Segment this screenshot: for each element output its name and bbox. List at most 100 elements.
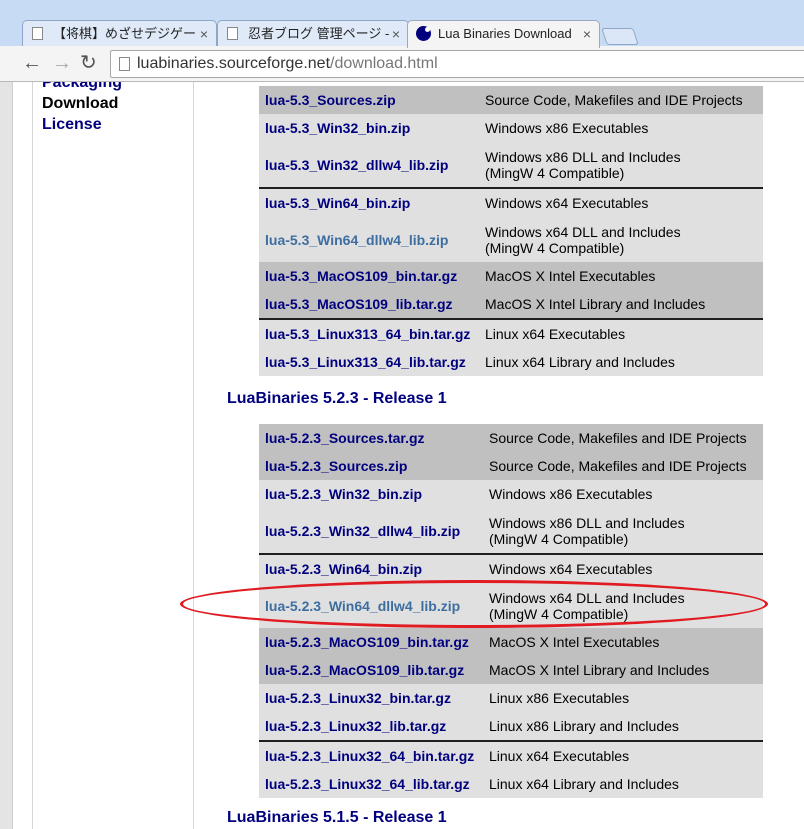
page-content: Packaging Download License lua-5.3_Sourc… [0, 82, 804, 829]
file-link[interactable]: lua-5.2.3_Sources.zip [259, 452, 489, 480]
file-description: MacOS X Intel Executables [485, 262, 763, 290]
file-link[interactable]: lua-5.3_Linux313_64_bin.tar.gz [259, 318, 485, 348]
description-line: Windows x86 DLL and Includes [489, 514, 685, 531]
file-link[interactable]: lua-5.2.3_Linux32_64_lib.tar.gz [259, 770, 489, 798]
file-description: Windows x64 Executables [489, 553, 763, 583]
file-link[interactable]: lua-5.2.3_MacOS109_lib.tar.gz [259, 656, 489, 684]
table-row: lua-5.2.3_Sources.zip Source Code, Makef… [259, 452, 763, 480]
tab-strip: 【将棋】めざせデジゲー × 忍者ブログ 管理ページ - × Lua Binari… [0, 0, 804, 48]
page-icon [32, 27, 43, 40]
reload-icon[interactable]: ↻ [80, 52, 97, 74]
file-description: Windows x86 DLL and Includes (MingW 4 Com… [489, 508, 763, 554]
table-row: lua-5.2.3_Linux32_bin.tar.gz Linux x86 E… [259, 684, 763, 712]
tab-label: Lua Binaries Download [438, 26, 572, 41]
file-link[interactable]: lua-5.3_Linux313_64_lib.tar.gz [259, 348, 485, 376]
page-icon [119, 57, 130, 71]
description-line: (MingW 4 Compatible) [485, 164, 625, 181]
file-description: Windows x64 Executables [485, 187, 763, 217]
file-description: Source Code, Makefiles and IDE Projects [489, 452, 763, 480]
sidebar-nav: Packaging Download License [32, 82, 194, 829]
table-row: lua-5.3_MacOS109_lib.tar.gz MacOS X Inte… [259, 290, 763, 319]
url-domain: luabinaries.sourceforge.net [137, 55, 331, 72]
file-description: Linux x64 Executables [485, 318, 763, 348]
back-arrow-icon[interactable]: ← [22, 52, 42, 74]
file-link[interactable]: lua-5.2.3_Sources.tar.gz [259, 424, 489, 452]
file-description: MacOS X Intel Library and Includes [485, 290, 763, 319]
table-row: lua-5.2.3_Sources.tar.gz Source Code, Ma… [259, 424, 763, 452]
file-link[interactable]: lua-5.2.3_Linux32_64_bin.tar.gz [259, 740, 489, 770]
file-description: Linux x86 Executables [489, 684, 763, 712]
file-description: Linux x64 Executables [489, 740, 763, 770]
file-description: Windows x86 Executables [485, 114, 763, 142]
file-link[interactable]: lua-5.2.3_Linux32_bin.tar.gz [259, 684, 489, 712]
url-text[interactable]: luabinaries.sourceforge.net/download.htm… [137, 55, 438, 73]
tab-shogi[interactable]: 【将棋】めざせデジゲー × [22, 20, 217, 48]
file-link[interactable]: lua-5.3_MacOS109_bin.tar.gz [259, 262, 485, 290]
table-row: lua-5.2.3_Win32_bin.zip Windows x86 Exec… [259, 480, 763, 508]
lua53-downloads-table: lua-5.3_Sources.zip Source Code, Makefil… [259, 86, 763, 376]
table-row: lua-5.2.3_Win32_dllw4_lib.zip Windows x8… [259, 508, 763, 554]
table-row: lua-5.2.3_MacOS109_lib.tar.gz MacOS X In… [259, 656, 763, 684]
table-row: lua-5.2.3_Linux32_lib.tar.gz Linux x86 L… [259, 712, 763, 741]
file-description: MacOS X Intel Library and Includes [489, 656, 763, 684]
tab-ninja-blog[interactable]: 忍者ブログ 管理ページ - × [217, 20, 409, 48]
tab-label: 忍者ブログ 管理ページ - [248, 26, 390, 41]
sidebar-item-packaging[interactable]: Packaging [42, 82, 122, 92]
highlight-annotation-ellipse [180, 580, 768, 628]
file-link[interactable]: lua-5.2.3_Win32_bin.zip [259, 480, 489, 508]
tab-label: 【将棋】めざせデジゲー [53, 26, 197, 41]
table-row: lua-5.2.3_Linux32_64_bin.tar.gz Linux x6… [259, 740, 763, 770]
table-row: lua-5.3_Sources.zip Source Code, Makefil… [259, 86, 763, 114]
description-line: Windows x64 DLL and Includes [485, 223, 681, 240]
file-link[interactable]: lua-5.3_Win64_bin.zip [259, 187, 485, 217]
release-heading-515: LuaBinaries 5.1.5 - Release 1 [227, 809, 447, 826]
file-description: Windows x64 DLL and Includes (MingW 4 Com… [485, 217, 763, 262]
file-link[interactable]: lua-5.2.3_Linux32_lib.tar.gz [259, 712, 489, 741]
tab-close-icon[interactable]: × [392, 21, 400, 47]
file-link[interactable]: lua-5.2.3_Win64_bin.zip [259, 553, 489, 583]
address-bar[interactable]: luabinaries.sourceforge.net/download.htm… [110, 50, 804, 78]
table-row: lua-5.3_Win64_bin.zip Windows x64 Execut… [259, 187, 763, 217]
url-path: /download.html [330, 55, 438, 72]
table-row: lua-5.3_MacOS109_bin.tar.gz MacOS X Inte… [259, 262, 763, 290]
window-edge [0, 82, 13, 829]
main-content: lua-5.3_Sources.zip Source Code, Makefil… [195, 82, 804, 829]
description-line: (MingW 4 Compatible) [485, 239, 625, 256]
file-description: Linux x64 Library and Includes [485, 348, 763, 376]
file-link[interactable]: lua-5.3_Win32_bin.zip [259, 114, 485, 142]
file-link[interactable]: lua-5.2.3_MacOS109_bin.tar.gz [259, 628, 489, 656]
file-description: Windows x86 DLL and Includes (MingW 4 Com… [485, 142, 763, 188]
description-line: Windows x86 DLL and Includes [485, 148, 681, 165]
table-row: lua-5.2.3_Win64_bin.zip Windows x64 Exec… [259, 553, 763, 583]
table-row: lua-5.3_Win64_dllw4_lib.zip Windows x64 … [259, 217, 763, 262]
lua-logo-icon [416, 26, 431, 41]
file-link[interactable]: lua-5.3_Win32_dllw4_lib.zip [259, 142, 485, 188]
table-row: lua-5.3_Linux313_64_bin.tar.gz Linux x64… [259, 318, 763, 348]
forward-arrow-icon[interactable]: → [52, 52, 72, 74]
sidebar-item-download: Download [42, 95, 119, 112]
file-description: Windows x86 Executables [489, 480, 763, 508]
file-description: Source Code, Makefiles and IDE Projects [489, 424, 763, 452]
page-icon [227, 27, 238, 40]
table-row: lua-5.2.3_Linux32_64_lib.tar.gz Linux x6… [259, 770, 763, 798]
table-row: lua-5.3_Win32_dllw4_lib.zip Windows x86 … [259, 142, 763, 188]
sidebar-item-license[interactable]: License [42, 116, 102, 134]
new-tab-button[interactable] [601, 28, 639, 45]
file-link[interactable]: lua-5.3_MacOS109_lib.tar.gz [259, 290, 485, 319]
file-description: Linux x86 Library and Includes [489, 712, 763, 741]
file-description: Linux x64 Library and Includes [489, 770, 763, 798]
tab-lua-binaries[interactable]: Lua Binaries Download × [407, 20, 600, 48]
browser-toolbar: ← → ↻ luabinaries.sourceforge.net/downlo… [0, 46, 804, 82]
table-row: lua-5.2.3_MacOS109_bin.tar.gz MacOS X In… [259, 628, 763, 656]
file-link[interactable]: lua-5.3_Sources.zip [259, 86, 485, 114]
description-line: (MingW 4 Compatible) [489, 530, 629, 547]
table-row: lua-5.3_Win32_bin.zip Windows x86 Execut… [259, 114, 763, 142]
file-description: Source Code, Makefiles and IDE Projects [485, 86, 763, 114]
table-row: lua-5.3_Linux313_64_lib.tar.gz Linux x64… [259, 348, 763, 376]
tab-close-icon[interactable]: × [583, 21, 591, 47]
file-description: MacOS X Intel Executables [489, 628, 763, 656]
release-heading-523: LuaBinaries 5.2.3 - Release 1 [227, 390, 447, 407]
tab-close-icon[interactable]: × [200, 21, 208, 47]
file-link[interactable]: lua-5.3_Win64_dllw4_lib.zip [259, 217, 485, 262]
file-link[interactable]: lua-5.2.3_Win32_dllw4_lib.zip [259, 508, 489, 554]
